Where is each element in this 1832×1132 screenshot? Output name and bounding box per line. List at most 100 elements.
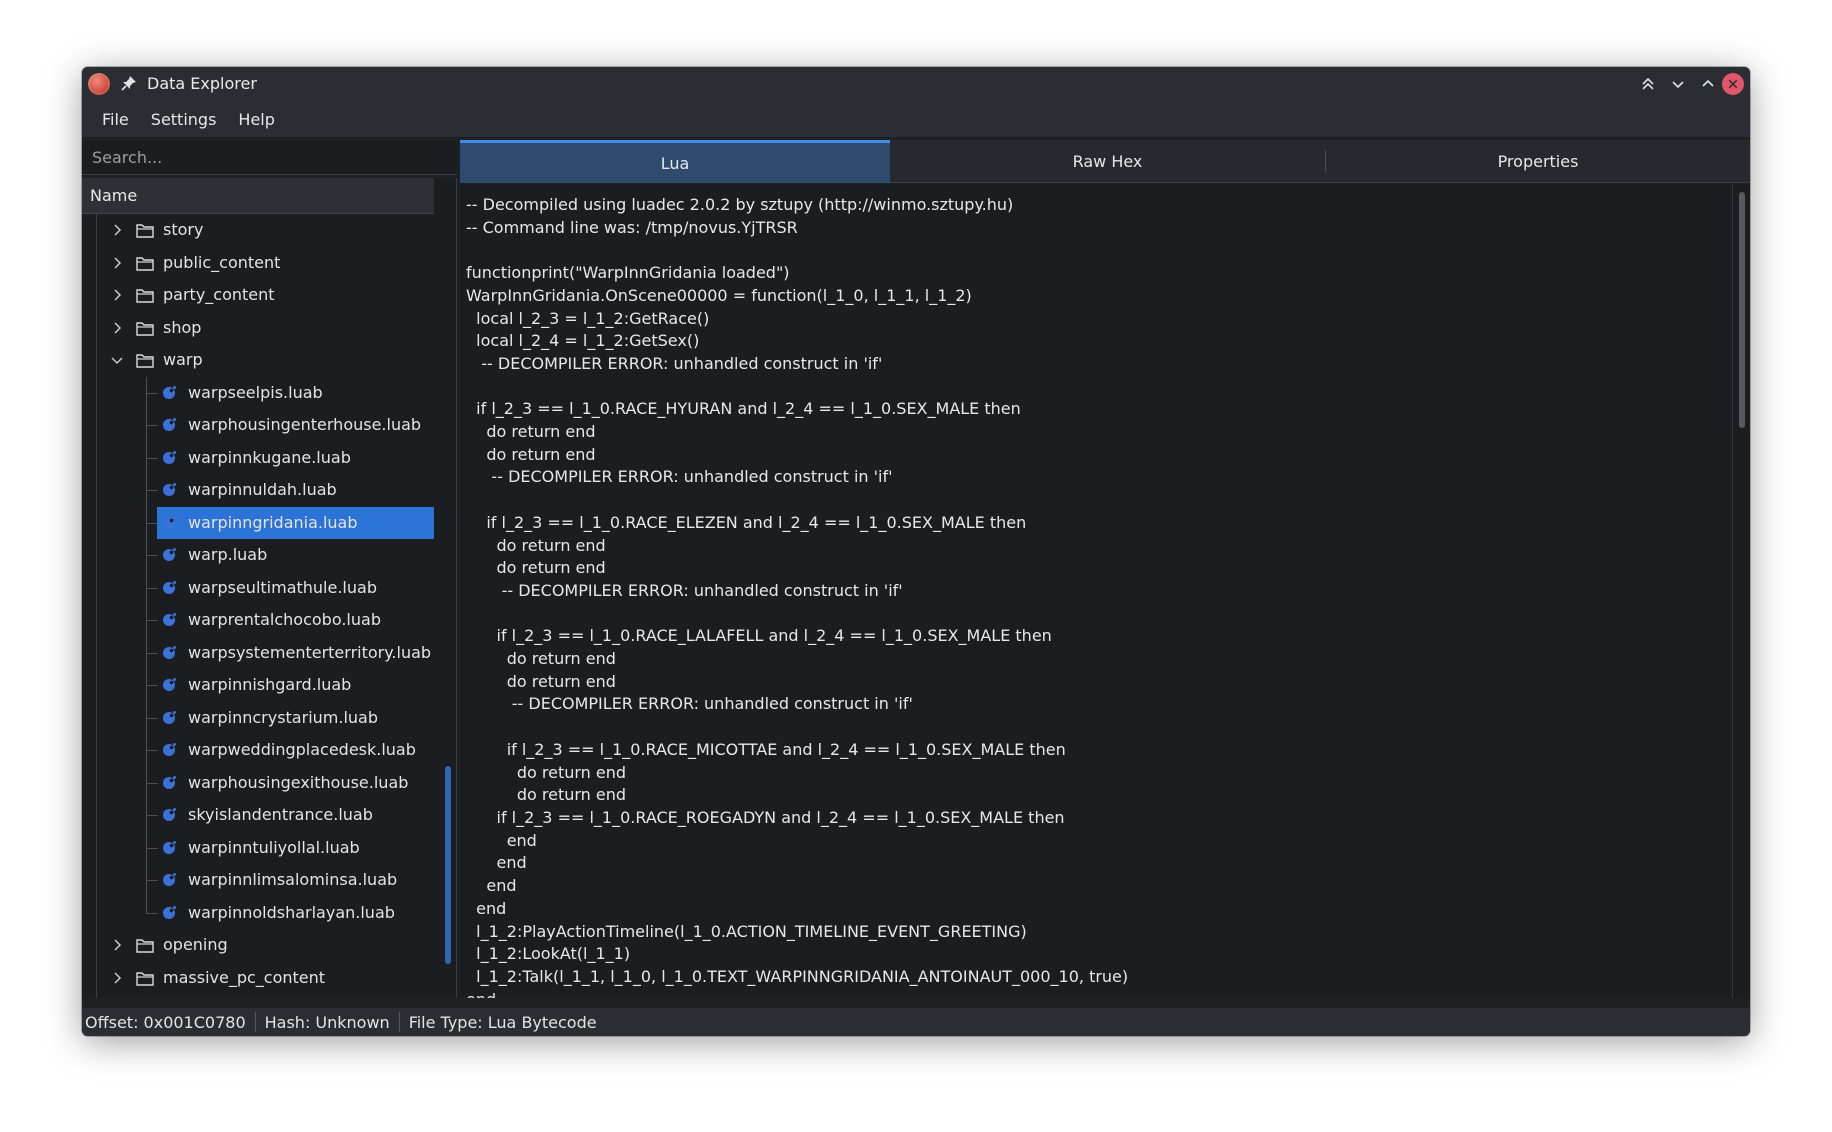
tree-item-label: warpseultimathule.luab (188, 577, 377, 597)
folder-icon (136, 289, 154, 303)
code-line: do return end (466, 785, 627, 805)
tree-file-row[interactable]: warpsystementerterritory.luab (82, 637, 434, 670)
tab-properties-label: Properties (1497, 152, 1579, 171)
chevron-right-icon[interactable] (110, 256, 124, 270)
code-line: if l_2_3 == l_1_0.RACE_ROEGADYN and l_2_… (466, 807, 1065, 827)
folder-icon (136, 354, 154, 368)
lua-file-icon (163, 515, 176, 529)
tree-file-row[interactable]: warpinnlimsalominsa.luab (82, 864, 434, 897)
tree-item-label: opening (163, 935, 228, 954)
keep-above-button[interactable] (1637, 73, 1659, 95)
app-icon[interactable] (88, 73, 110, 95)
minimize-button[interactable] (1667, 73, 1689, 95)
folder-icon (136, 224, 154, 238)
tree-indent-guide (146, 717, 158, 719)
tree-folder-row[interactable]: shop (82, 312, 434, 345)
tree-indent-guide (146, 847, 158, 849)
tree-indent-guide (146, 815, 158, 817)
tree-item-label: massive_pc_content (163, 967, 326, 987)
tree-file-row[interactable]: warpweddingplacedesk.luab (82, 734, 434, 767)
code-line: -- DECOMPILER ERROR: unhandled construct… (466, 353, 883, 373)
close-button[interactable] (1722, 73, 1744, 95)
code-text[interactable]: -- Decompiled using luadec 2.0.2 by sztu… (466, 194, 1128, 998)
close-icon (1728, 79, 1738, 89)
code-line: -- DECOMPILER ERROR: unhandled construct… (466, 694, 913, 714)
tree-file-row[interactable]: warpinnoldsharlayan.luab (82, 897, 434, 930)
code-line: do return end (466, 422, 596, 442)
pin-icon[interactable] (120, 74, 138, 92)
tree-item-label: warpinnuldah.luab (188, 480, 337, 499)
chevron-right-icon[interactable] (110, 938, 124, 952)
tree-file-row[interactable]: warpseelpis.luab (82, 377, 434, 410)
lua-file-icon (163, 580, 176, 594)
tree-file-row[interactable]: warpinngridania.luab (82, 506, 434, 539)
tree-file-row[interactable]: warpinnishgard.luab (82, 669, 434, 702)
tab-raw-hex[interactable]: Raw Hex (890, 140, 1325, 183)
code-view[interactable]: -- Decompiled using luadec 2.0.2 by sztu… (460, 184, 1750, 998)
tree-file-row[interactable]: warpseultimathule.luab (82, 572, 434, 605)
chevron-right-icon[interactable] (110, 223, 124, 237)
tree-folder-row[interactable]: story (82, 214, 434, 247)
lua-file-icon (163, 808, 176, 821)
code-line: -- DECOMPILER ERROR: unhandled construct… (466, 467, 893, 487)
code-line: -- Decompiled using luadec 2.0.2 by sztu… (466, 195, 1014, 214)
tree-file-row[interactable]: warphousingenterhouse.luab (82, 409, 434, 442)
tree-indent-guide (146, 620, 158, 622)
code-line: end (466, 898, 507, 918)
tree-scrollbar-thumb[interactable] (445, 766, 451, 964)
folder-icon (136, 971, 154, 986)
tree-indent-guide (146, 522, 158, 524)
menu-settings[interactable]: Settings (143, 106, 225, 133)
tree-file-row[interactable]: warp.luab (82, 539, 434, 572)
tree-file-row[interactable]: skyislandentrance.luab (82, 799, 434, 832)
search-input[interactable] (82, 140, 457, 174)
tree-folder-row[interactable]: party_content (82, 279, 434, 312)
tree-indent-guide (146, 555, 158, 557)
tree-file-row[interactable]: warpinnkugane.luab (82, 442, 434, 475)
tree-item-label: warpinnishgard.luab (188, 675, 352, 694)
lua-file-icon (163, 450, 176, 464)
lua-file-icon (163, 710, 176, 724)
code-line: if l_2_3 == l_1_0.RACE_ELEZEN and l_2_4 … (466, 512, 1027, 532)
chevron-right-icon[interactable] (110, 971, 124, 985)
tree-indent-guide (146, 652, 158, 654)
code-line: end (466, 989, 1128, 998)
lua-file-icon (163, 873, 176, 886)
chevron-right-icon[interactable] (110, 321, 124, 335)
tree-column-header[interactable]: Name (82, 178, 434, 214)
lua-file-icon (163, 483, 176, 496)
tree-item-label: warp.luab (188, 545, 268, 564)
tree-folder-row[interactable]: massive_pc_content (82, 962, 434, 995)
chevron-down-icon[interactable] (110, 353, 124, 367)
tree-file-row[interactable]: warpinnuldah.luab (82, 474, 434, 507)
titlebar[interactable]: Data Explorer (82, 67, 1750, 101)
column-header-name: Name (90, 186, 138, 205)
code-line: -- Command line was: /tmp/novus.YjTRSR (466, 217, 798, 237)
menu-help[interactable]: Help (230, 106, 282, 133)
maximize-button[interactable] (1697, 73, 1719, 95)
tree-file-row[interactable]: warprentalchocobo.luab (82, 604, 434, 637)
code-line: end (466, 876, 517, 896)
tree-folder-row[interactable]: public_content (82, 247, 434, 280)
tab-lua[interactable]: Lua (460, 140, 890, 183)
tree-indent-guide (146, 392, 158, 394)
code-line: l_1_2:LookAt(l_1_1) (466, 944, 631, 964)
code-scrollbar-thumb[interactable] (1739, 192, 1745, 428)
tree-file-row[interactable]: warpinncrystarium.luab (82, 702, 434, 735)
chevron-right-icon[interactable] (110, 288, 124, 302)
tree-scrollbar[interactable] (441, 178, 455, 998)
tree-file-row[interactable]: warpinntuliyollal.luab (82, 832, 434, 865)
tab-properties[interactable]: Properties (1326, 140, 1750, 183)
code-line: do return end (466, 558, 606, 578)
app-window: Data Explorer File Settings Help Search.… (82, 67, 1750, 1036)
tree-folder-row[interactable]: warp (82, 344, 434, 377)
lua-file-icon (163, 385, 176, 399)
tree-folder-row[interactable]: opening (82, 929, 434, 962)
tab-bar: Lua Raw Hex Properties (460, 140, 1750, 183)
tree-file-row[interactable]: warphousingexithouse.luab (82, 767, 434, 800)
code-scrollbar[interactable] (1732, 184, 1748, 998)
menu-file[interactable]: File (94, 106, 137, 133)
